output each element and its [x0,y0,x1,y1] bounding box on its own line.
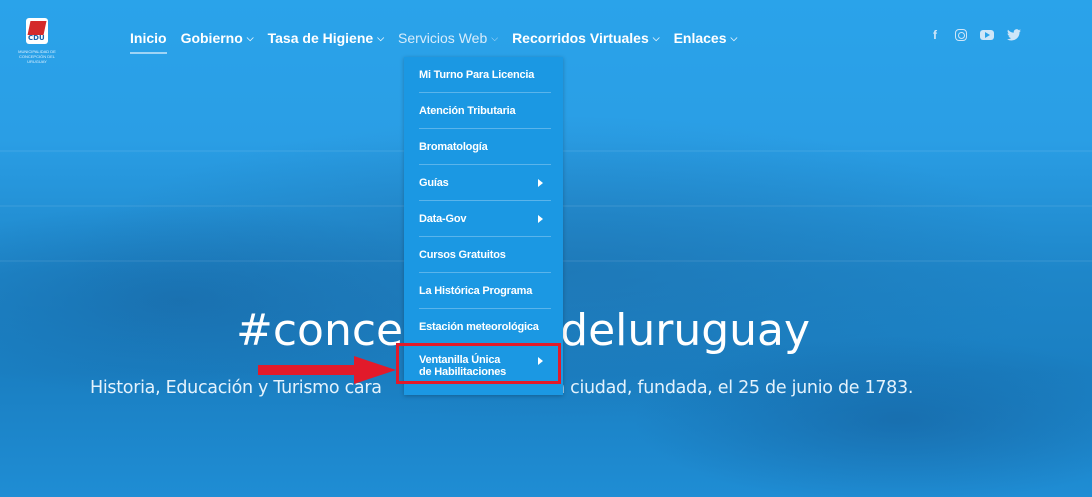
menu-item-atencion-tributaria[interactable]: Atención Tributaria [404,93,563,129]
menu-item-label-line2: de Habilitaciones [419,366,507,378]
menu-item-bromatologia[interactable]: Bromatología [404,129,563,165]
chevron-down-icon: ⌵ [491,32,499,43]
nav-item-recorridos-virtuales[interactable]: Recorridos Virtuales ⌵ [512,28,660,48]
logo-text: CDU [28,34,45,42]
nav-item-gobierno[interactable]: Gobierno ⌵ [181,28,254,48]
menu-item-mi-turno[interactable]: Mi Turno Para Licencia [404,57,563,93]
nav-item-label: Enlaces [673,30,727,46]
menu-item-la-historica-programa[interactable]: La Histórica Programa [404,273,563,309]
facebook-icon[interactable]: f [928,28,942,42]
menu-item-label-line1: Ventanilla Única [419,354,501,366]
menu-item-guias[interactable]: Guías [404,165,563,201]
twitter-icon[interactable] [1007,28,1021,42]
nav-item-enlaces[interactable]: Enlaces ⌵ [674,28,738,48]
site-logo[interactable]: CDU MUNICIPALIDAD DE CONCEPCIÓN DEL URUG… [16,14,58,64]
menu-item-data-gov[interactable]: Data-Gov [404,201,563,237]
caret-right-icon [538,215,543,223]
headline-right: deluruguay [560,305,811,356]
menu-item-ventanilla-unica[interactable]: Ventanilla Única de Habilitaciones [404,346,563,386]
tagline-right: rica ciudad, fundada, el 25 de junio de … [533,378,914,398]
menu-item-label: Atención Tributaria [419,105,516,117]
menu-item-label: Mi Turno Para Licencia [419,69,535,81]
nav-item-inicio[interactable]: Inicio [130,28,167,54]
nav-item-servicios-web[interactable]: Servicios Web ⌵ [398,28,498,48]
chevron-down-icon: ⌵ [730,32,738,43]
divider [419,344,551,345]
nav-item-label: Tasa de Higiene [267,30,374,46]
menu-item-label: Ventanilla Única de Habilitaciones [419,354,506,378]
logo-subtext: MUNICIPALIDAD DE CONCEPCIÓN DEL URUGUAY [18,49,56,64]
servicios-web-dropdown: Mi Turno Para Licencia Atención Tributar… [404,57,563,395]
main-nav: Inicio Gobierno ⌵ Tasa de Higiene ⌵ Serv… [130,28,751,54]
social-links: f [928,28,1021,42]
chevron-down-icon: ⌵ [377,32,385,43]
menu-item-cursos-gratuitos[interactable]: Cursos Gratuitos [404,237,563,273]
nav-item-label: Servicios Web [398,30,488,46]
menu-item-label: Bromatología [419,141,488,153]
nav-item-tasa-de-higiene[interactable]: Tasa de Higiene ⌵ [268,28,384,48]
chevron-down-icon: ⌵ [652,32,660,43]
caret-right-icon [538,357,543,365]
menu-item-estacion-meteorologica[interactable]: Estación meteorológica [404,309,563,345]
menu-item-label: Cursos Gratuitos [419,249,506,261]
nav-item-label: Recorridos Virtuales [512,30,649,46]
nav-item-label: Inicio [130,30,167,46]
logo-mark-icon: CDU [26,18,48,44]
youtube-icon[interactable] [980,30,994,40]
menu-item-label: Estación meteorológica [419,321,539,333]
red-arrow-annotation-icon [258,356,396,384]
caret-right-icon [538,179,543,187]
instagram-icon[interactable] [955,29,967,41]
menu-item-label: La Histórica Programa [419,285,533,297]
nav-item-label: Gobierno [180,30,243,46]
menu-item-label: Guías [419,177,449,189]
headline-left: #conce [236,305,404,356]
chevron-down-icon: ⌵ [246,32,254,43]
menu-item-label: Data-Gov [419,213,467,225]
